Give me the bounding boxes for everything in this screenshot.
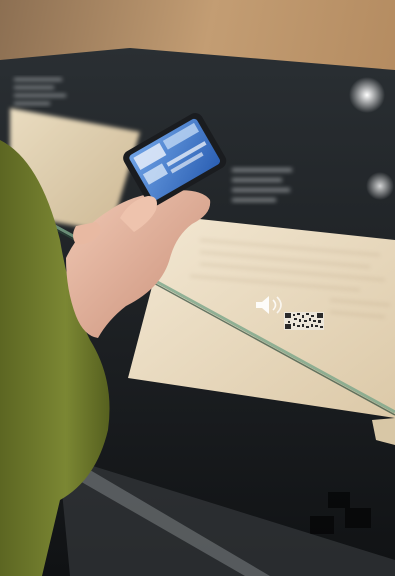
photo-scene	[0, 0, 395, 576]
ceiling-light-reflection	[349, 77, 385, 113]
ceiling-light-reflection	[366, 172, 394, 200]
scene-illustration	[0, 0, 395, 576]
qr-code-icon[interactable]	[284, 312, 324, 330]
